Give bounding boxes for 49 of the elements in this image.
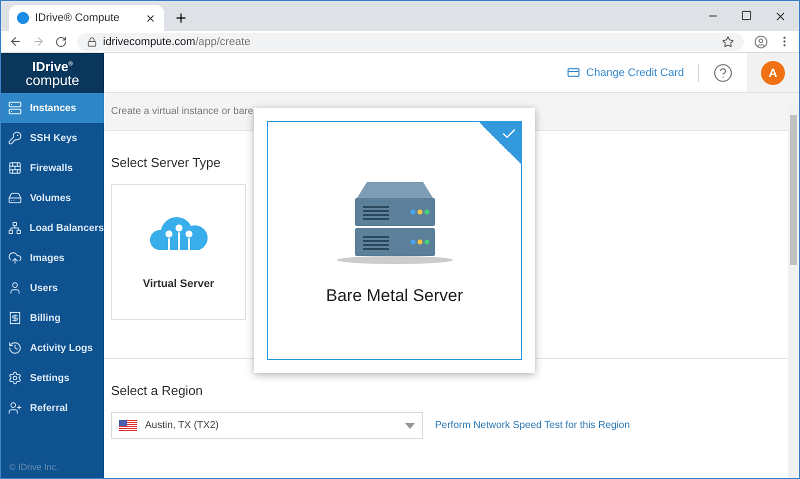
sidebar-item[interactable]: Billing <box>1 303 104 333</box>
lock-icon <box>87 36 97 46</box>
intro-text: Create a virtual instance or bare <box>111 106 254 117</box>
sidebar-item[interactable]: Volumes <box>1 183 104 213</box>
user-icon <box>8 281 22 295</box>
tab-title: IDrive® Compute <box>35 12 120 24</box>
drive-icon <box>8 191 22 205</box>
sidebar-item[interactable]: Load Balancers <box>1 213 104 243</box>
sidebar-item[interactable]: SSH Keys <box>1 123 104 153</box>
key-icon <box>8 131 22 145</box>
maximize-icon[interactable] <box>741 10 752 20</box>
caret-icon <box>405 422 415 429</box>
history-icon <box>8 341 22 355</box>
section-title: Select a Region <box>111 383 204 398</box>
server-icon <box>8 101 22 115</box>
address-field[interactable]: idrivecompute.com/app/create <box>77 32 744 50</box>
sidebar-item[interactable]: Settings <box>1 363 104 393</box>
server-type-card[interactable]: Virtual Server <box>111 184 246 320</box>
firewall-icon <box>8 161 22 175</box>
sidebar-item[interactable]: Images <box>1 243 104 273</box>
section-title: Select Server Type <box>111 154 222 170</box>
settings-icon <box>8 371 22 385</box>
site-icon <box>17 12 29 24</box>
copyright-text: © IDrive Inc. <box>8 462 60 474</box>
close-icon[interactable] <box>774 10 787 22</box>
change-credit-card-link[interactable]: Change Credit Card <box>567 66 684 79</box>
help-icon[interactable] <box>713 62 733 82</box>
region-dropdown[interactable]: Austin, TX (TX2) <box>111 412 423 440</box>
back-icon[interactable] <box>9 35 22 48</box>
reload-icon[interactable] <box>55 36 67 48</box>
sidebar-item[interactable]: Activity Logs <box>1 333 104 363</box>
logo: IDrive$^{®}$ compute <box>1 53 104 93</box>
flag-icon <box>119 420 137 432</box>
network-icon <box>8 221 22 235</box>
sidebar-item[interactable]: Firewalls <box>1 153 104 183</box>
speed-test-link[interactable]: Perform Network Speed Test for this Region <box>435 420 630 432</box>
sidebar-item[interactable]: Referral <box>1 393 104 423</box>
sidebar-item[interactable]: Instances <box>1 93 104 123</box>
sidebar-item[interactable]: Users <box>1 273 104 303</box>
credit-card-icon <box>567 66 580 79</box>
cloud-icon <box>8 251 22 265</box>
star-icon[interactable] <box>722 36 734 48</box>
billing-icon <box>8 311 22 325</box>
close-icon[interactable] <box>145 12 156 24</box>
browser-tab[interactable]: IDrive® Compute <box>9 5 164 31</box>
server-type-card[interactable]: Bare Metal Server <box>267 121 522 360</box>
profile-icon[interactable] <box>754 34 768 48</box>
referral-icon <box>8 401 22 415</box>
new-tab-icon[interactable] <box>174 11 188 25</box>
